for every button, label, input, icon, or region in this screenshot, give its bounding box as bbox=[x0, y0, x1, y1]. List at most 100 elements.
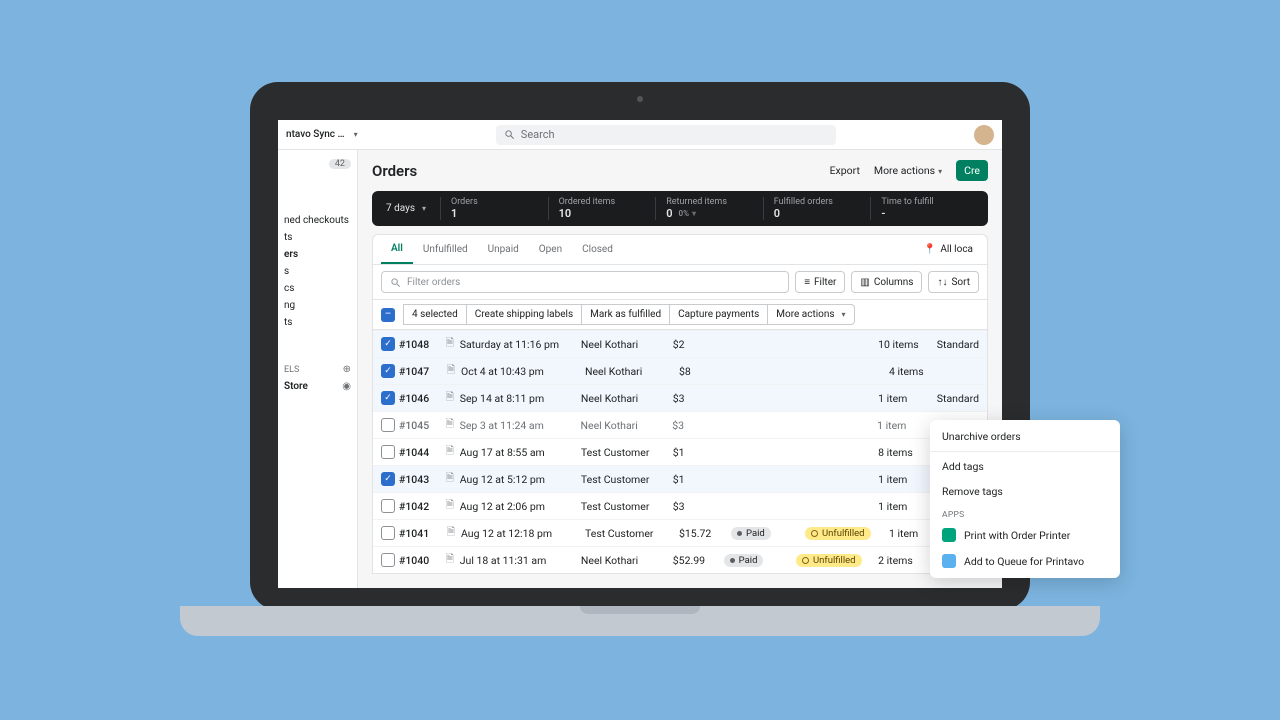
eye-icon[interactable]: ◉ bbox=[342, 381, 351, 392]
create-shipping-labels-button[interactable]: Create shipping labels bbox=[467, 304, 582, 325]
table-row[interactable]: #1047🗎Oct 4 at 10:43 pmNeel Kothari$84 i… bbox=[373, 357, 987, 384]
note-icon: 🗎 bbox=[444, 416, 456, 434]
metric-ordered-items[interactable]: Ordered items10 bbox=[548, 197, 656, 220]
location-filter[interactable]: 📍All loca bbox=[918, 238, 979, 261]
mark-as-fulfilled-button[interactable]: Mark as fulfilled bbox=[582, 304, 670, 325]
more-actions-menu[interactable]: More actions bbox=[874, 164, 942, 177]
table-row[interactable]: #1046🗎Sep 14 at 8:11 pmNeel Kothari$31 i… bbox=[373, 384, 987, 411]
row-checkbox[interactable] bbox=[381, 445, 395, 459]
app-screen: ntavo Sync … Search 42 ned checkouts ts … bbox=[278, 120, 1002, 588]
order-total: $2 bbox=[673, 338, 720, 351]
topbar: ntavo Sync … Search bbox=[278, 120, 1002, 150]
note-icon: 🗎 bbox=[444, 470, 456, 488]
order-shipping: Standard bbox=[937, 338, 979, 351]
row-checkbox[interactable] bbox=[381, 526, 395, 540]
table-row[interactable]: #1045🗎Sep 3 at 11:24 amNeel Kothari$31 i… bbox=[373, 411, 987, 438]
order-customer: Neel Kothari bbox=[581, 392, 669, 405]
bulk-more-actions-button[interactable]: More actions bbox=[768, 304, 854, 325]
sort-button[interactable]: ↑↓Sort bbox=[928, 271, 979, 293]
metric-fulfilled[interactable]: Fulfilled orders0 bbox=[763, 197, 871, 220]
order-date: Jul 18 at 11:31 am bbox=[460, 554, 577, 567]
order-total: $52.99 bbox=[673, 554, 720, 567]
order-id: #1048 bbox=[399, 338, 440, 351]
order-id: #1040 bbox=[399, 554, 440, 567]
tab-all[interactable]: All bbox=[381, 235, 413, 264]
capture-payments-button[interactable]: Capture payments bbox=[670, 304, 768, 325]
page-header: Orders Export More actions Cre bbox=[358, 150, 1002, 191]
order-customer: Test Customer bbox=[581, 473, 669, 486]
tab-unfulfilled[interactable]: Unfulfilled bbox=[413, 236, 478, 263]
table-row[interactable]: #1048🗎Saturday at 11:16 pmNeel Kothari$2… bbox=[373, 330, 987, 357]
sidebar: 42 ned checkouts ts ers s cs ng ts ELS⊕ … bbox=[278, 150, 358, 588]
create-order-button[interactable]: Cre bbox=[956, 160, 988, 181]
app-icon bbox=[942, 554, 956, 568]
sidebar-item[interactable]: ers bbox=[282, 246, 353, 263]
row-checkbox[interactable] bbox=[381, 364, 395, 378]
order-total: $3 bbox=[673, 500, 720, 513]
order-shipping: Standard bbox=[937, 392, 979, 405]
page-title: Orders bbox=[372, 162, 417, 180]
order-items: 1 item bbox=[878, 500, 933, 513]
row-checkbox[interactable] bbox=[381, 499, 395, 513]
tab-open[interactable]: Open bbox=[529, 236, 572, 263]
sidebar-item[interactable]: ng bbox=[282, 297, 353, 314]
order-items: 4 items bbox=[889, 365, 945, 378]
metric-time-fulfill[interactable]: Time to fulfill- bbox=[870, 197, 978, 220]
order-fulfillment: Unfulfilled bbox=[805, 527, 885, 540]
sidebar-item-store[interactable]: Store◉ bbox=[282, 378, 353, 395]
sidebar-section-hdr: ELS⊕ bbox=[282, 361, 353, 378]
search-input[interactable]: Search bbox=[496, 125, 836, 145]
table-row[interactable]: #1042🗎Aug 12 at 2:06 pmTest Customer$31 … bbox=[373, 492, 987, 519]
table-row[interactable]: #1041🗎Aug 12 at 12:18 pmTest Customer$15… bbox=[373, 519, 987, 546]
columns-button[interactable]: ▥Columns bbox=[851, 271, 922, 293]
export-link[interactable]: Export bbox=[830, 164, 860, 177]
select-all-checkbox[interactable]: – bbox=[381, 308, 395, 322]
order-items: 1 item bbox=[878, 392, 933, 405]
table-row[interactable]: #1043🗎Aug 12 at 5:12 pmTest Customer$11 … bbox=[373, 465, 987, 492]
metrics-bar: 7 days Orders1 Ordered items10 Returned … bbox=[372, 191, 988, 226]
dd-app-order-printer[interactable]: Print with Order Printer bbox=[930, 522, 1002, 548]
dd-remove-tags[interactable]: Remove tags bbox=[930, 479, 1002, 504]
note-icon: 🗎 bbox=[444, 443, 456, 461]
table-row[interactable]: #1044🗎Aug 17 at 8:55 amTest Customer$18 … bbox=[373, 438, 987, 465]
tabs: All Unfulfilled Unpaid Open Closed 📍All … bbox=[373, 235, 987, 265]
sidebar-item[interactable]: s bbox=[282, 263, 353, 280]
laptop-base bbox=[180, 606, 1100, 636]
tab-closed[interactable]: Closed bbox=[572, 236, 623, 263]
order-date: Saturday at 11:16 pm bbox=[460, 338, 577, 351]
note-icon: 🗎 bbox=[444, 551, 456, 569]
dd-apps-header: APPS bbox=[930, 504, 1002, 522]
order-id: #1044 bbox=[399, 446, 440, 459]
sidebar-item[interactable]: ts bbox=[282, 229, 353, 246]
filter-button[interactable]: ≡Filter bbox=[795, 271, 845, 293]
dd-add-tags[interactable]: Add tags bbox=[930, 454, 1002, 479]
dd-app-printavo[interactable]: Add to Queue for Printavo bbox=[930, 548, 1002, 574]
range-picker[interactable]: 7 days bbox=[382, 203, 440, 214]
note-icon: 🗎 bbox=[444, 497, 456, 515]
row-checkbox[interactable] bbox=[381, 337, 395, 351]
dd-unarchive[interactable]: Unarchive orders bbox=[930, 424, 1002, 449]
order-date: Sep 14 at 8:11 pm bbox=[460, 392, 577, 405]
tab-unpaid[interactable]: Unpaid bbox=[478, 236, 529, 263]
order-total: $1 bbox=[673, 473, 720, 486]
chevron-down-icon bbox=[935, 164, 942, 177]
row-checkbox[interactable] bbox=[381, 472, 395, 486]
columns-icon: ▥ bbox=[860, 277, 869, 288]
metric-returned[interactable]: Returned items00% bbox=[655, 197, 763, 220]
row-checkbox[interactable] bbox=[381, 418, 395, 432]
table-row[interactable]: #1040🗎Jul 18 at 11:31 amNeel Kothari$52.… bbox=[373, 546, 987, 573]
row-checkbox[interactable] bbox=[381, 391, 395, 405]
row-checkbox[interactable] bbox=[381, 553, 395, 567]
order-fulfillment: Unfulfilled bbox=[796, 554, 874, 567]
metric-orders[interactable]: Orders1 bbox=[440, 197, 548, 220]
selected-count: 4 selected bbox=[403, 304, 467, 325]
sidebar-item[interactable]: cs bbox=[282, 280, 353, 297]
pin-icon: 📍 bbox=[924, 244, 936, 255]
sidebar-item[interactable]: ts bbox=[282, 314, 353, 331]
search-placeholder: Search bbox=[521, 128, 555, 141]
store-switcher[interactable]: ntavo Sync … bbox=[286, 129, 358, 140]
plus-icon[interactable]: ⊕ bbox=[343, 364, 351, 375]
filter-orders-input[interactable]: Filter orders bbox=[381, 271, 789, 293]
avatar[interactable] bbox=[974, 125, 994, 145]
sidebar-item[interactable]: ned checkouts bbox=[282, 212, 353, 229]
